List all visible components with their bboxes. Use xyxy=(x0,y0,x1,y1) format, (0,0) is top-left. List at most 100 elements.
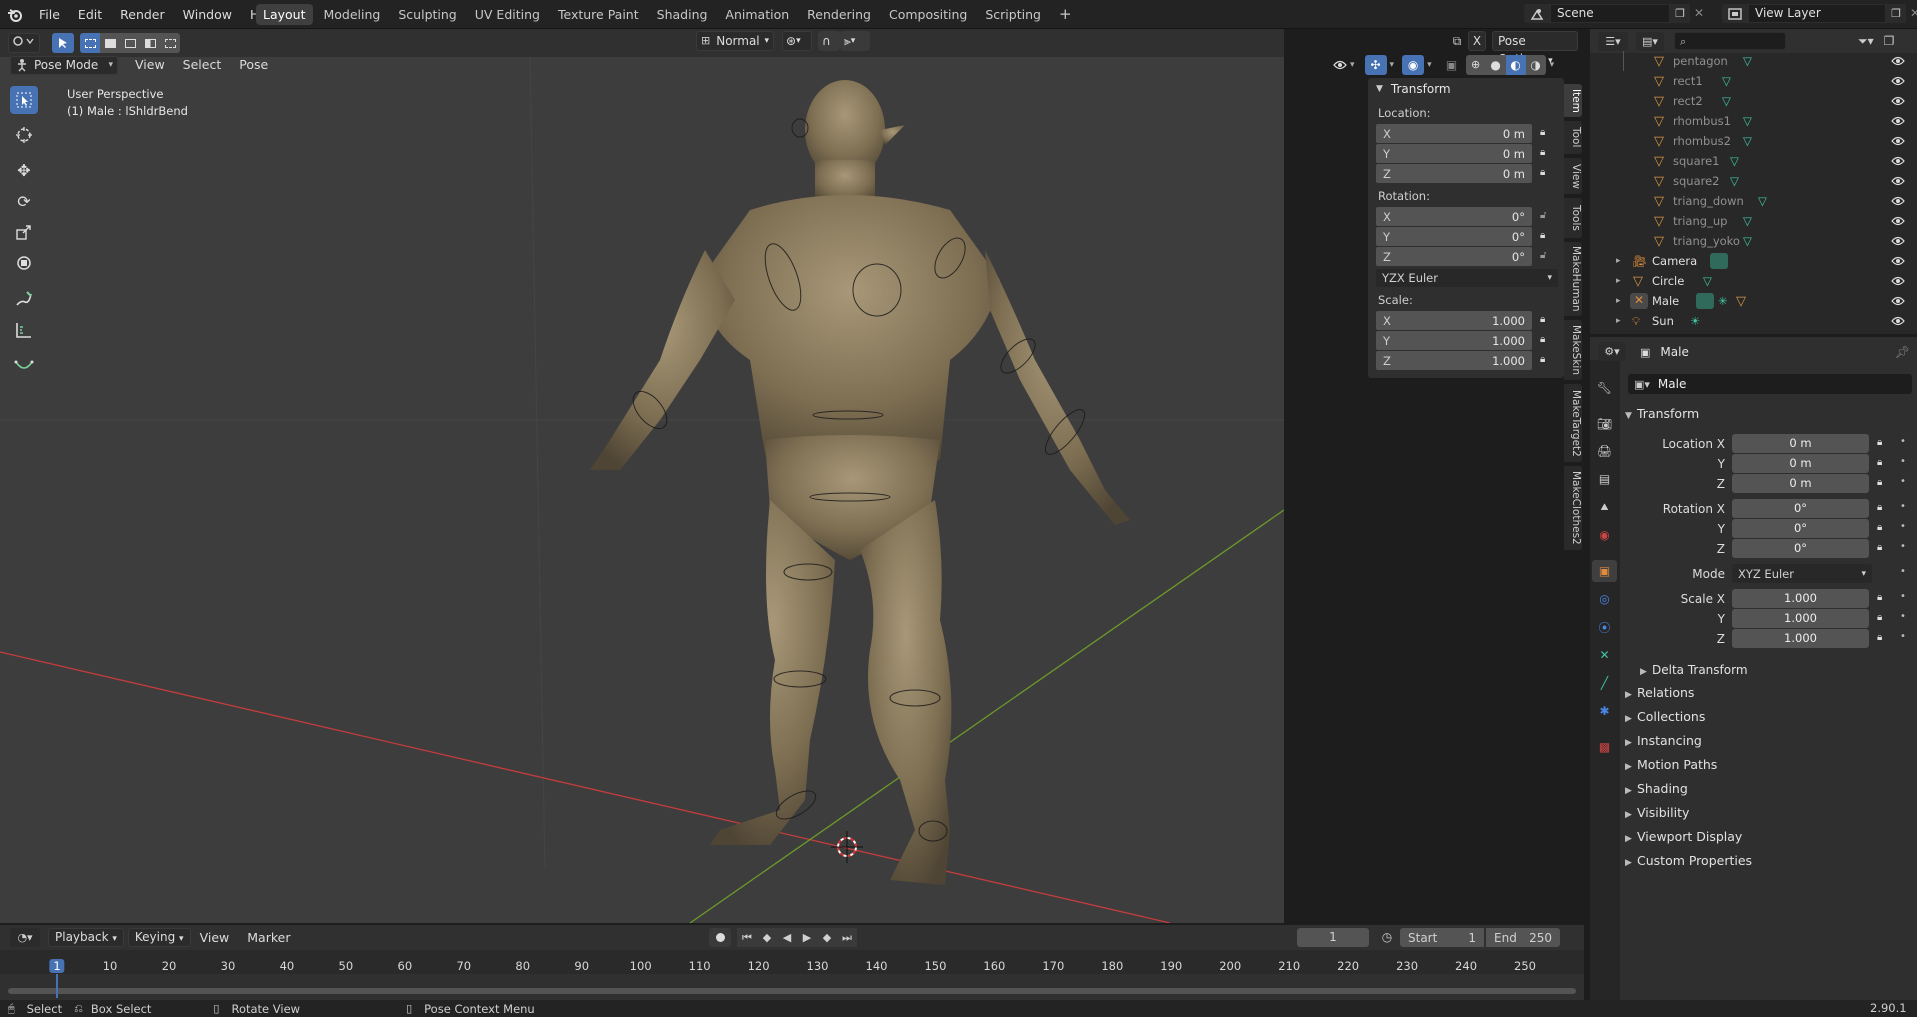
expand-arrow-icon[interactable]: ▸ xyxy=(1616,276,1621,286)
sidebar-tab-maketarget2[interactable]: MakeTarget2 xyxy=(1564,384,1582,462)
eye-icon[interactable] xyxy=(1891,94,1905,108)
new-view-layer-icon[interactable]: ❐ xyxy=(1886,4,1906,23)
menu-file[interactable]: File xyxy=(30,0,69,29)
play-reverse-icon[interactable]: ◀ xyxy=(777,928,797,947)
object-type-icon[interactable]: ▣▾ xyxy=(1634,378,1650,391)
scene-name-field[interactable]: Scene xyxy=(1550,4,1670,23)
scale-y-input[interactable]: 1.000 xyxy=(1732,609,1869,628)
editor-type-button[interactable] xyxy=(8,33,40,53)
keyframe-dot-icon[interactable]: • xyxy=(1900,521,1906,532)
pose-options-dropdown[interactable]: Pose Options ▾ xyxy=(1492,31,1578,66)
collections-section[interactable]: ▶ Collections xyxy=(1625,707,1705,727)
transform-section-header[interactable]: ▼ Transform xyxy=(1625,404,1699,424)
timeline-marker-menu[interactable]: Marker xyxy=(238,928,299,947)
new-scene-icon[interactable]: ❐ xyxy=(1670,4,1690,23)
location-y-input[interactable]: 0 m xyxy=(1732,454,1869,473)
scale-z-input[interactable]: 1.000 xyxy=(1732,629,1869,648)
sidebar-tab-makeclothes2[interactable]: MakeClothes2 xyxy=(1564,466,1582,550)
constraint-properties-icon[interactable]: ⦿ xyxy=(1592,616,1617,638)
scene-properties-icon[interactable]: 🔺︎ xyxy=(1592,496,1617,518)
view-layer-properties-icon[interactable]: ▤ xyxy=(1592,468,1617,490)
tab-animation[interactable]: Animation xyxy=(718,4,796,25)
xray-toggle-icon[interactable]: ▣ xyxy=(1442,55,1462,75)
annotate-tool-icon[interactable] xyxy=(10,285,38,313)
pivot-point-dropdown[interactable]: ⊛ ▾ xyxy=(782,31,812,51)
texture-properties-icon[interactable]: ▩ xyxy=(1592,736,1617,758)
outliner-item-male[interactable]: ▸ ✕ Male ✳ ▽ xyxy=(1590,291,1917,311)
keyframe-dot-icon[interactable]: • xyxy=(1900,476,1906,487)
display-mode-icon[interactable]: ▤▾ xyxy=(1636,31,1664,51)
view-layer-icon[interactable] xyxy=(1722,4,1748,23)
end-frame-field[interactable]: End 250 xyxy=(1486,928,1560,947)
start-frame-field[interactable]: Start 1 xyxy=(1400,928,1484,947)
select-mode-set-icon[interactable] xyxy=(80,33,100,53)
list-item[interactable]: ▽ triang_yoko ▽ xyxy=(1590,231,1917,251)
outliner-search-input[interactable]: ⌕ xyxy=(1674,32,1786,50)
lock-icon[interactable]: 🔒︎ xyxy=(1540,167,1545,178)
shading-solid-icon[interactable]: ● xyxy=(1485,55,1506,75)
lock-icon[interactable]: 🔒︎ xyxy=(1540,314,1545,325)
menu-edit[interactable]: Edit xyxy=(69,0,111,29)
sidebar-tab-view[interactable]: View xyxy=(1564,158,1582,194)
object-name-field[interactable]: ▣▾ Male xyxy=(1628,374,1912,394)
eye-icon[interactable] xyxy=(1891,234,1905,248)
shading-rendered-icon[interactable]: ◑ xyxy=(1525,55,1546,75)
keyframe-dot-icon[interactable]: • xyxy=(1900,631,1906,642)
select-mode-invert-icon[interactable] xyxy=(140,33,160,53)
rotation-z-field[interactable]: Z 0° 🔓︎ xyxy=(1376,247,1546,266)
location-x-field[interactable]: X 0 m 🔒︎ xyxy=(1376,124,1545,143)
tab-uv-editing[interactable]: UV Editing xyxy=(468,4,547,25)
viewport-display-section[interactable]: ▶ Viewport Display xyxy=(1625,827,1742,847)
tab-scripting[interactable]: Scripting xyxy=(978,4,1048,25)
rotation-mode-select[interactable]: XYZ Euler ▾ xyxy=(1732,564,1872,583)
record-button[interactable] xyxy=(709,928,731,947)
transform-orientation-dropdown[interactable]: ⊞ Normal ▾ xyxy=(696,31,774,51)
gizmo-toggle-icon[interactable]: ✣ xyxy=(1364,55,1387,75)
location-z-field[interactable]: Z 0 m 🔒︎ xyxy=(1376,164,1545,183)
transform-tool-icon[interactable] xyxy=(10,249,38,277)
jump-keyframe-forward-icon[interactable]: ◆ xyxy=(817,928,837,947)
keyframe-dot-icon[interactable]: • xyxy=(1900,436,1906,447)
filter-icon[interactable]: ⏷▾ xyxy=(1858,34,1874,49)
mirror-icon[interactable]: ⧉ xyxy=(1446,31,1468,51)
object-properties-icon[interactable]: ▣ xyxy=(1592,560,1617,582)
lock-icon[interactable]: 🔒︎ xyxy=(1540,230,1545,241)
location-x-input[interactable]: 0 m xyxy=(1732,434,1869,453)
new-collection-icon[interactable]: ❐ xyxy=(1884,34,1895,48)
location-y-field[interactable]: Y 0 m 🔒︎ xyxy=(1376,144,1545,163)
visibility-eye-icon[interactable] xyxy=(1330,55,1350,75)
tab-texture-paint[interactable]: Texture Paint xyxy=(551,4,646,25)
lock-icon[interactable]: 🔒︎ xyxy=(1877,592,1882,603)
eye-icon[interactable] xyxy=(1891,194,1905,208)
shading-wireframe-icon[interactable]: ⊕ xyxy=(1465,55,1486,75)
rotate-tool-icon[interactable]: ⟳ xyxy=(10,187,38,215)
motion-paths-section[interactable]: ▶ Motion Paths xyxy=(1625,755,1717,775)
jump-start-icon[interactable]: ⏮ xyxy=(737,928,757,947)
render-properties-icon[interactable]: 📷︎ xyxy=(1592,413,1617,435)
eye-icon[interactable] xyxy=(1891,114,1905,128)
lock-icon[interactable]: 🔒︎ xyxy=(1877,542,1882,553)
eye-icon[interactable] xyxy=(1891,154,1905,168)
scene-icon[interactable] xyxy=(1524,4,1550,23)
eye-icon[interactable] xyxy=(1891,54,1905,68)
timeline-editor-type-icon[interactable]: ◔▾ xyxy=(10,928,40,947)
axis-gizmo[interactable] xyxy=(1276,84,1284,164)
keyframe-dot-icon[interactable]: • xyxy=(1900,591,1906,602)
cursor-tool-icon[interactable] xyxy=(10,121,38,149)
object-data-armature-icon[interactable]: ✕ xyxy=(1592,644,1617,666)
collapse-arrow-icon[interactable]: ▼ xyxy=(1376,84,1383,94)
measure-tool-icon[interactable] xyxy=(10,316,38,344)
lock-icon[interactable]: 🔒︎ xyxy=(1877,477,1882,488)
physics-properties-icon[interactable]: ◎ xyxy=(1592,588,1617,610)
delta-transform-subsection[interactable]: ▶ Delta Transform xyxy=(1640,660,1748,680)
outliner-item-sun[interactable]: ▸ 💡︎ Sun ☀ xyxy=(1590,311,1917,331)
properties-editor-type-icon[interactable]: ⚙▾ xyxy=(1598,342,1626,361)
timeline-view-menu[interactable]: View xyxy=(191,928,239,947)
rotation-y-input[interactable]: 0° xyxy=(1732,519,1869,538)
bone-roll-tool-icon[interactable] xyxy=(10,351,38,379)
bone-properties-icon[interactable]: ╱ xyxy=(1592,672,1617,694)
world-properties-icon[interactable]: ◉ xyxy=(1592,524,1617,546)
timeline-scrollbar[interactable] xyxy=(8,988,1576,994)
current-frame-field[interactable]: 1 xyxy=(1297,928,1369,947)
lock-icon[interactable]: 🔒︎ xyxy=(1540,354,1545,365)
